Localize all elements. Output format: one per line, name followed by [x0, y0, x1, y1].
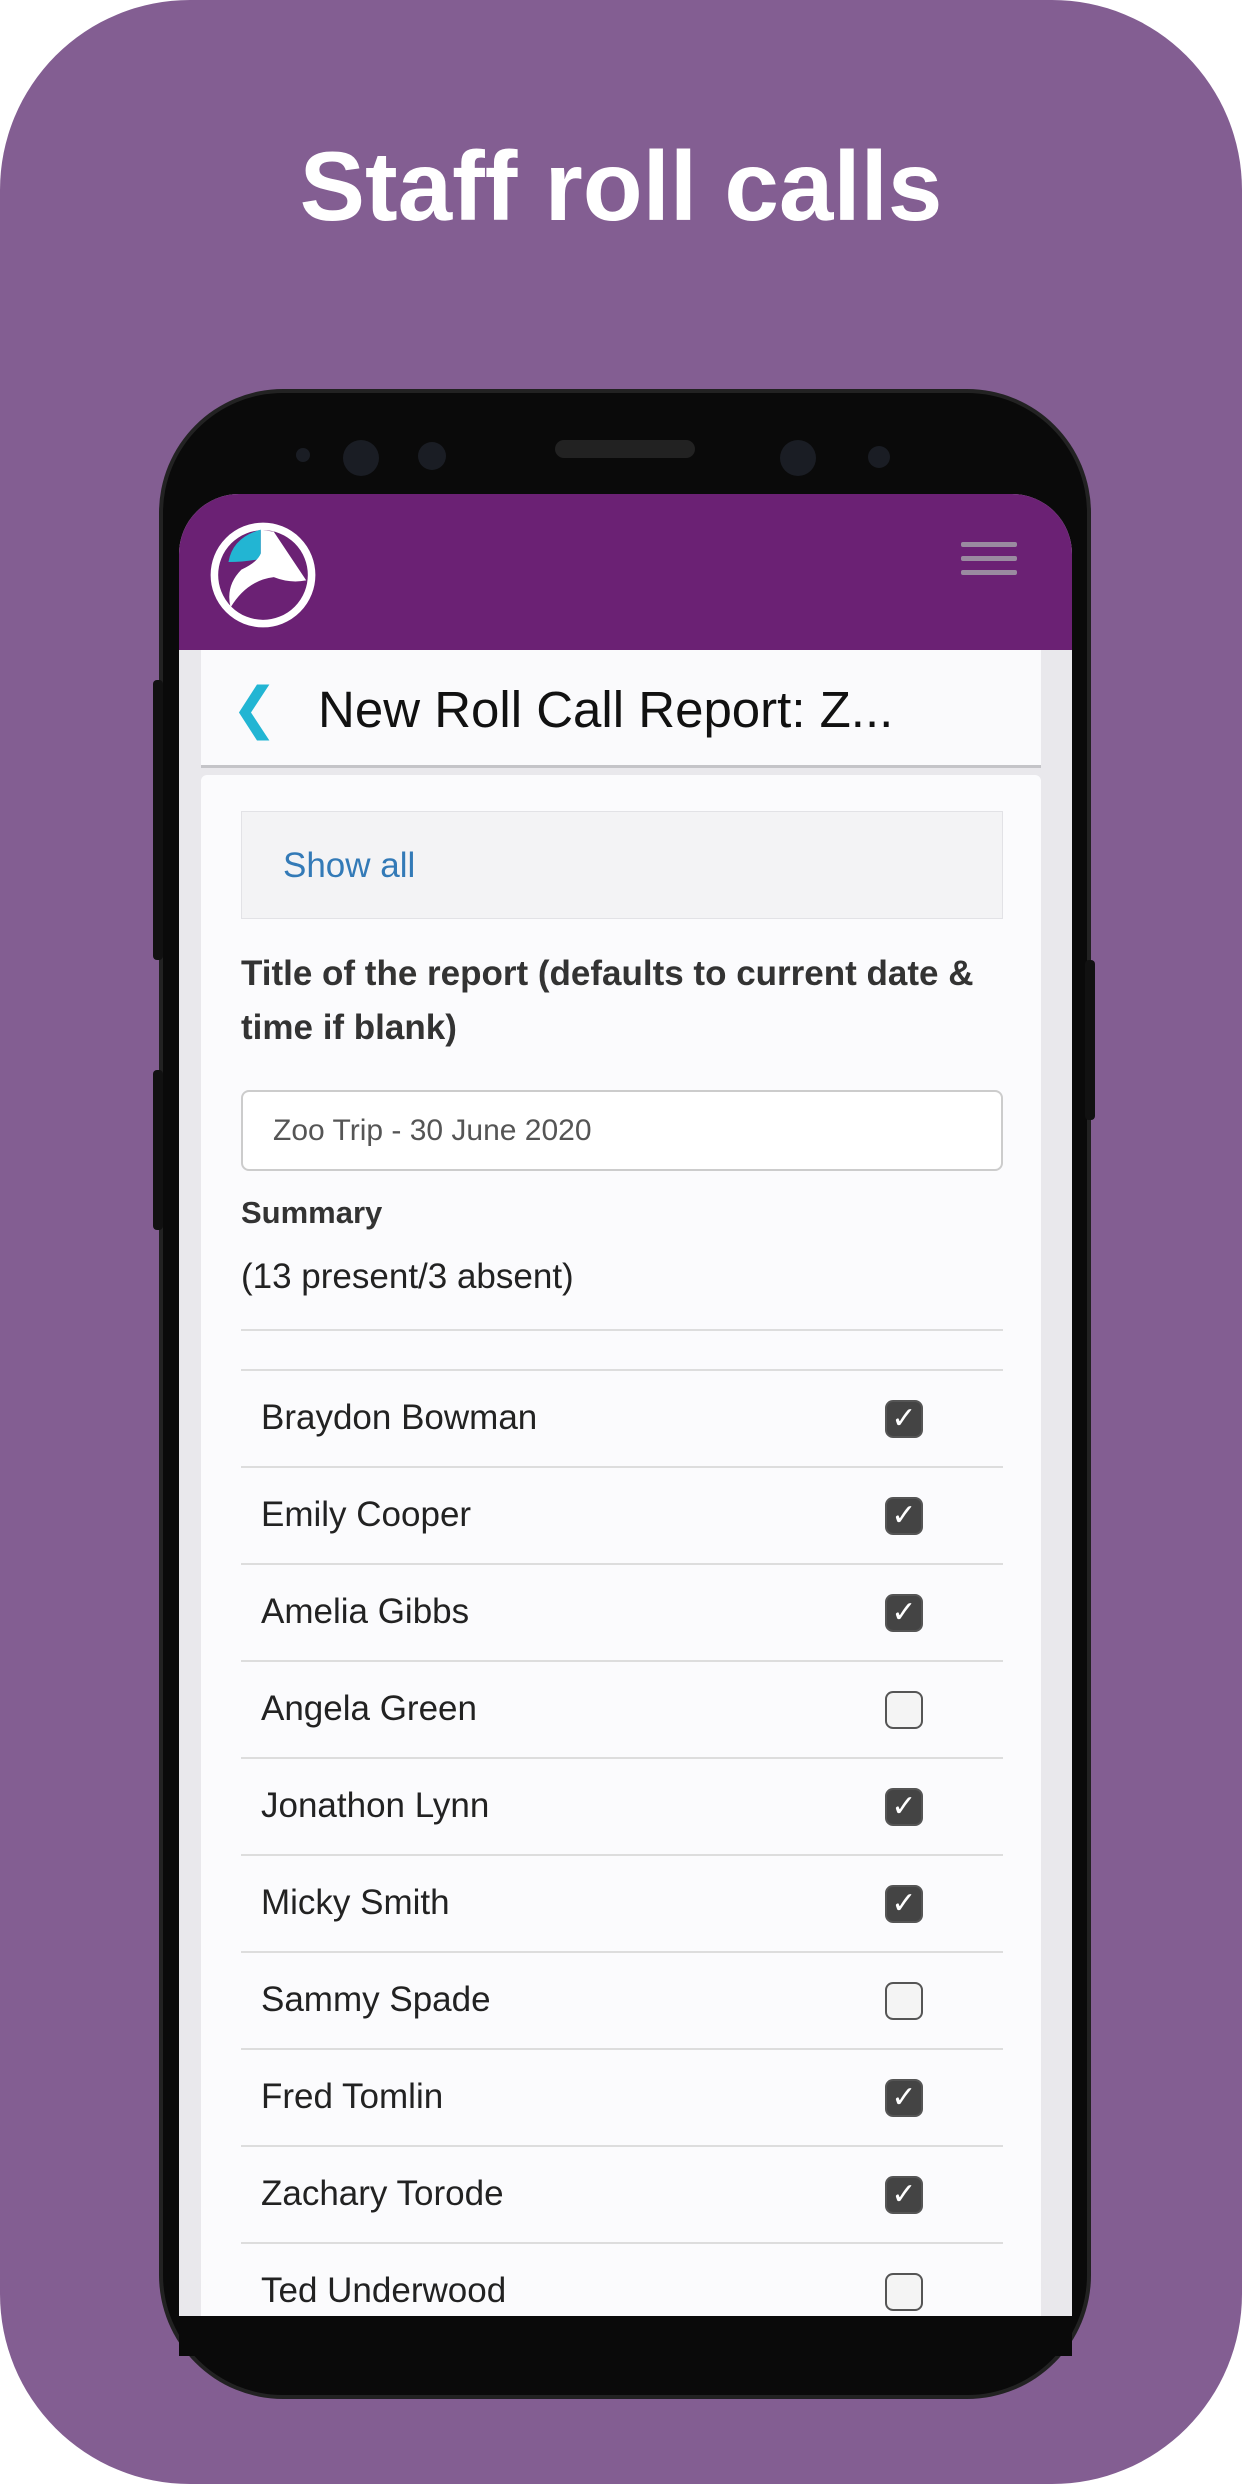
app-bar: [179, 494, 1072, 650]
student-name: Braydon Bowman: [261, 1398, 538, 1437]
phone-volume-button: [153, 680, 163, 960]
camera-icon: [780, 440, 816, 476]
speaker-icon: [555, 440, 695, 458]
attendance-checkbox[interactable]: ✓: [885, 2176, 923, 2214]
headline: Staff roll calls: [299, 131, 943, 241]
list-item: Emily Cooper ✓: [241, 1466, 1003, 1563]
list-item: Amelia Gibbs ✓: [241, 1563, 1003, 1660]
phone-side-button: [153, 1070, 163, 1230]
divider: [241, 1329, 1003, 1331]
report-form: Show all Title of the report (defaults t…: [201, 775, 1041, 2316]
show-all-panel: Show all: [241, 811, 1003, 919]
list-item: Ted Underwood: [241, 2242, 1003, 2316]
report-title-input[interactable]: [241, 1090, 1003, 1171]
attendance-checkbox[interactable]: ✓: [885, 1497, 923, 1535]
student-name: Emily Cooper: [261, 1495, 472, 1534]
student-list: Braydon Bowman ✓ Emily Cooper ✓ Amelia Gib…: [241, 1369, 1003, 2316]
student-name: Amelia Gibbs: [261, 1592, 470, 1631]
attendance-checkbox[interactable]: [885, 2273, 923, 2311]
attendance-checkbox[interactable]: ✓: [885, 1400, 923, 1438]
student-name: Sammy Spade: [261, 1980, 491, 2019]
attendance-checkbox[interactable]: ✓: [885, 1788, 923, 1826]
student-name: Zachary Torode: [261, 2174, 504, 2213]
list-item: Sammy Spade: [241, 1951, 1003, 2048]
chevron-left-icon[interactable]: ❮: [231, 680, 278, 736]
student-name: Jonathon Lynn: [261, 1786, 490, 1825]
list-item: Braydon Bowman ✓: [241, 1369, 1003, 1466]
summary-label: Summary: [241, 1195, 383, 1230]
sensor-icon: [868, 446, 890, 468]
student-name: Micky Smith: [261, 1883, 450, 1922]
sensor-icon: [343, 440, 379, 476]
title-bar: ❮ New Roll Call Report: Z...: [201, 650, 1041, 768]
list-item: Micky Smith ✓: [241, 1854, 1003, 1951]
list-item: Angela Green: [241, 1660, 1003, 1757]
list-item: Zachary Torode ✓: [241, 2145, 1003, 2242]
list-item: Fred Tomlin ✓: [241, 2048, 1003, 2145]
student-name: Angela Green: [261, 1689, 477, 1728]
list-item: Jonathon Lynn ✓: [241, 1757, 1003, 1854]
sensor-icon: [418, 442, 446, 470]
sensor-icon: [296, 448, 310, 462]
summary-value: (13 present/3 absent): [241, 1257, 574, 1296]
show-all-link[interactable]: Show all: [283, 846, 415, 886]
student-name: Fred Tomlin: [261, 2077, 444, 2116]
page-title: New Roll Call Report: Z...: [318, 681, 894, 738]
student-name: Ted Underwood: [261, 2271, 507, 2310]
hamburger-menu-icon[interactable]: [961, 542, 1017, 576]
phone-bottom-bezel: [179, 2316, 1072, 2356]
attendance-checkbox[interactable]: [885, 1691, 923, 1729]
app-screen: ❮ New Roll Call Report: Z... Show all Ti…: [179, 494, 1072, 2316]
attendance-checkbox[interactable]: ✓: [885, 1594, 923, 1632]
attendance-checkbox[interactable]: [885, 1982, 923, 2020]
phone-power-button: [1085, 960, 1095, 1120]
app-logo-icon: [210, 522, 316, 628]
title-field-label: Title of the report (defaults to current…: [241, 954, 974, 1047]
attendance-checkbox[interactable]: ✓: [885, 1885, 923, 1923]
attendance-checkbox[interactable]: ✓: [885, 2079, 923, 2117]
